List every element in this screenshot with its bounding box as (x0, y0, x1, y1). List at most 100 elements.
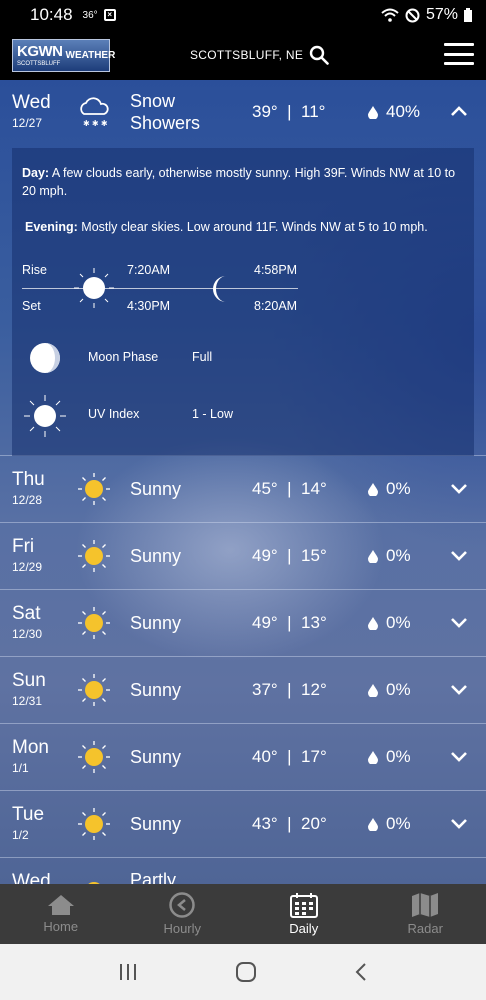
low-temp: 13° (301, 613, 327, 632)
logo-main: KGWN (17, 43, 63, 60)
chevron-down-icon[interactable] (450, 682, 468, 696)
day-row[interactable]: Sat 12/30 Sunny 49° | 13° 0% (0, 591, 486, 657)
back-icon[interactable] (354, 962, 368, 982)
sun-icon (74, 268, 114, 308)
location-label: SCOTTSBLUFF, NE (190, 48, 304, 62)
precip-value: 0% (386, 747, 411, 766)
precip-value: 0% (386, 680, 411, 699)
logo-weather: WEATHER (65, 49, 116, 61)
nav-daily-label: Daily (289, 921, 319, 936)
dnd-icon (405, 8, 420, 22)
sun-icon (78, 808, 110, 840)
daily-forecast-list[interactable]: Wed 12/27 ✱ ✱ ✱ Snow Showers 39° | 11° 4… (0, 80, 486, 884)
precip-value: 0% (386, 814, 411, 833)
high-temp: 45° (252, 479, 278, 498)
notification-icon: × (103, 9, 116, 21)
chevron-down-icon[interactable] (450, 749, 468, 763)
chevron-down-icon[interactable] (450, 481, 468, 495)
chevron-up-icon[interactable] (450, 104, 468, 118)
raindrop-icon (368, 817, 378, 831)
rise-label: Rise (22, 263, 48, 277)
svg-text:✱ ✱ ✱: ✱ ✱ ✱ (83, 119, 108, 128)
low-temp: 17° (301, 747, 327, 766)
high-temp: 37° (252, 680, 278, 699)
moon-phase-value: Full (192, 350, 213, 364)
precip-value: 40% (386, 102, 421, 121)
raindrop-icon (368, 683, 378, 697)
precip: 40% (368, 102, 420, 122)
temp-range: 40° | 17° (252, 747, 327, 766)
high-temp: 43° (252, 814, 278, 833)
nav-home-label: Home (43, 919, 79, 934)
precip-value: 0% (386, 479, 411, 498)
day-label: Day: (22, 166, 50, 180)
raindrop-icon (368, 482, 378, 496)
day-forecast-text: Day: A few clouds early, otherwise mostl… (22, 164, 467, 200)
evening-text: Mostly clear skies. Low around 11F. Wind… (81, 220, 428, 234)
day-row-partial[interactable]: Wed Partly (0, 859, 486, 884)
day-row[interactable]: Sun 12/31 Sunny 37° | 12° 0% (0, 658, 486, 724)
raindrop-icon (368, 549, 378, 563)
day-date: 1/2 (12, 828, 29, 842)
chevron-down-icon[interactable] (450, 615, 468, 629)
chevron-down-icon[interactable] (450, 548, 468, 562)
high-temp: 49° (252, 546, 278, 565)
day-row[interactable]: Fri 12/29 Sunny 49° | 15° 0% (0, 524, 486, 590)
home-button-icon[interactable] (235, 961, 257, 983)
condition-text: Snow Showers (130, 90, 210, 134)
recent-apps-icon[interactable] (118, 963, 138, 981)
day-date: 12/28 (12, 493, 43, 507)
partly-sunny-icon (88, 882, 100, 884)
evening-label: Evening: (25, 220, 78, 234)
raindrop-icon (368, 105, 378, 119)
sun-icon (78, 674, 110, 706)
condition-label: Sunny (130, 680, 182, 700)
day-date: 12/31 (12, 694, 43, 708)
sunrise-time: 7:20AM (127, 263, 171, 277)
status-bar: 10:48 36° × 57% (0, 0, 486, 30)
nav-hourly[interactable]: Hourly (122, 884, 244, 944)
nav-radar[interactable]: Radar (365, 884, 486, 944)
day-row[interactable]: Mon 1/1 Sunny 40° | 17° 0% (0, 725, 486, 791)
precip: 0% (368, 479, 411, 499)
precip: 0% (368, 613, 411, 633)
day-date: 12/30 (12, 627, 43, 641)
day-detail-panel: Day: A few clouds early, otherwise mostl… (12, 148, 474, 456)
precip: 0% (368, 680, 411, 700)
day-date: 12/29 (12, 560, 43, 574)
raindrop-icon (368, 750, 378, 764)
day-name: Thu (12, 469, 45, 490)
chevron-down-icon[interactable] (450, 816, 468, 830)
search-icon[interactable] (309, 45, 329, 65)
station-logo[interactable]: KGWN SCOTTSBLUFF WEATHER (12, 38, 115, 72)
status-temp: 36° (82, 9, 98, 21)
moon-phase-icon (30, 343, 60, 373)
nav-home[interactable]: Home (0, 884, 122, 944)
day-name: Sun (12, 670, 46, 691)
day-row[interactable]: Tue 1/2 Sunny 43° | 20° 0% (0, 792, 486, 858)
day-date: 12/27 (12, 116, 43, 130)
day-date: 1/1 (12, 761, 29, 775)
day-row-expanded[interactable]: Wed 12/27 ✱ ✱ ✱ Snow Showers 39° | 11° 4… (0, 80, 486, 456)
sun-moon-divider (22, 288, 298, 289)
temp-range: 45° | 14° (252, 479, 327, 498)
day-name: Wed (12, 92, 51, 113)
calendar-icon (289, 893, 318, 918)
nav-radar-label: Radar (407, 921, 443, 936)
logo-sub: SCOTTSBLUFF (17, 61, 61, 67)
sun-icon (78, 741, 110, 773)
snow-cloud-icon: ✱ ✱ ✱ (80, 97, 109, 128)
day-row[interactable]: Thu 12/28 Sunny 45° | 14° 0% (0, 457, 486, 523)
clock-icon (169, 892, 195, 918)
nav-daily[interactable]: Daily (243, 884, 365, 944)
wifi-icon (381, 8, 399, 22)
low-temp: 12° (301, 680, 327, 699)
status-time: 10:48 (30, 5, 73, 24)
hamburger-menu-icon[interactable] (444, 43, 474, 65)
battery-icon (464, 8, 472, 22)
high-temp: 40° (252, 747, 278, 766)
location-selector[interactable]: SCOTTSBLUFF, NE (190, 45, 329, 65)
condition-label: Sunny (130, 546, 182, 566)
sunset-time: 4:30PM (127, 299, 171, 313)
condition-label: Partly (130, 870, 177, 884)
